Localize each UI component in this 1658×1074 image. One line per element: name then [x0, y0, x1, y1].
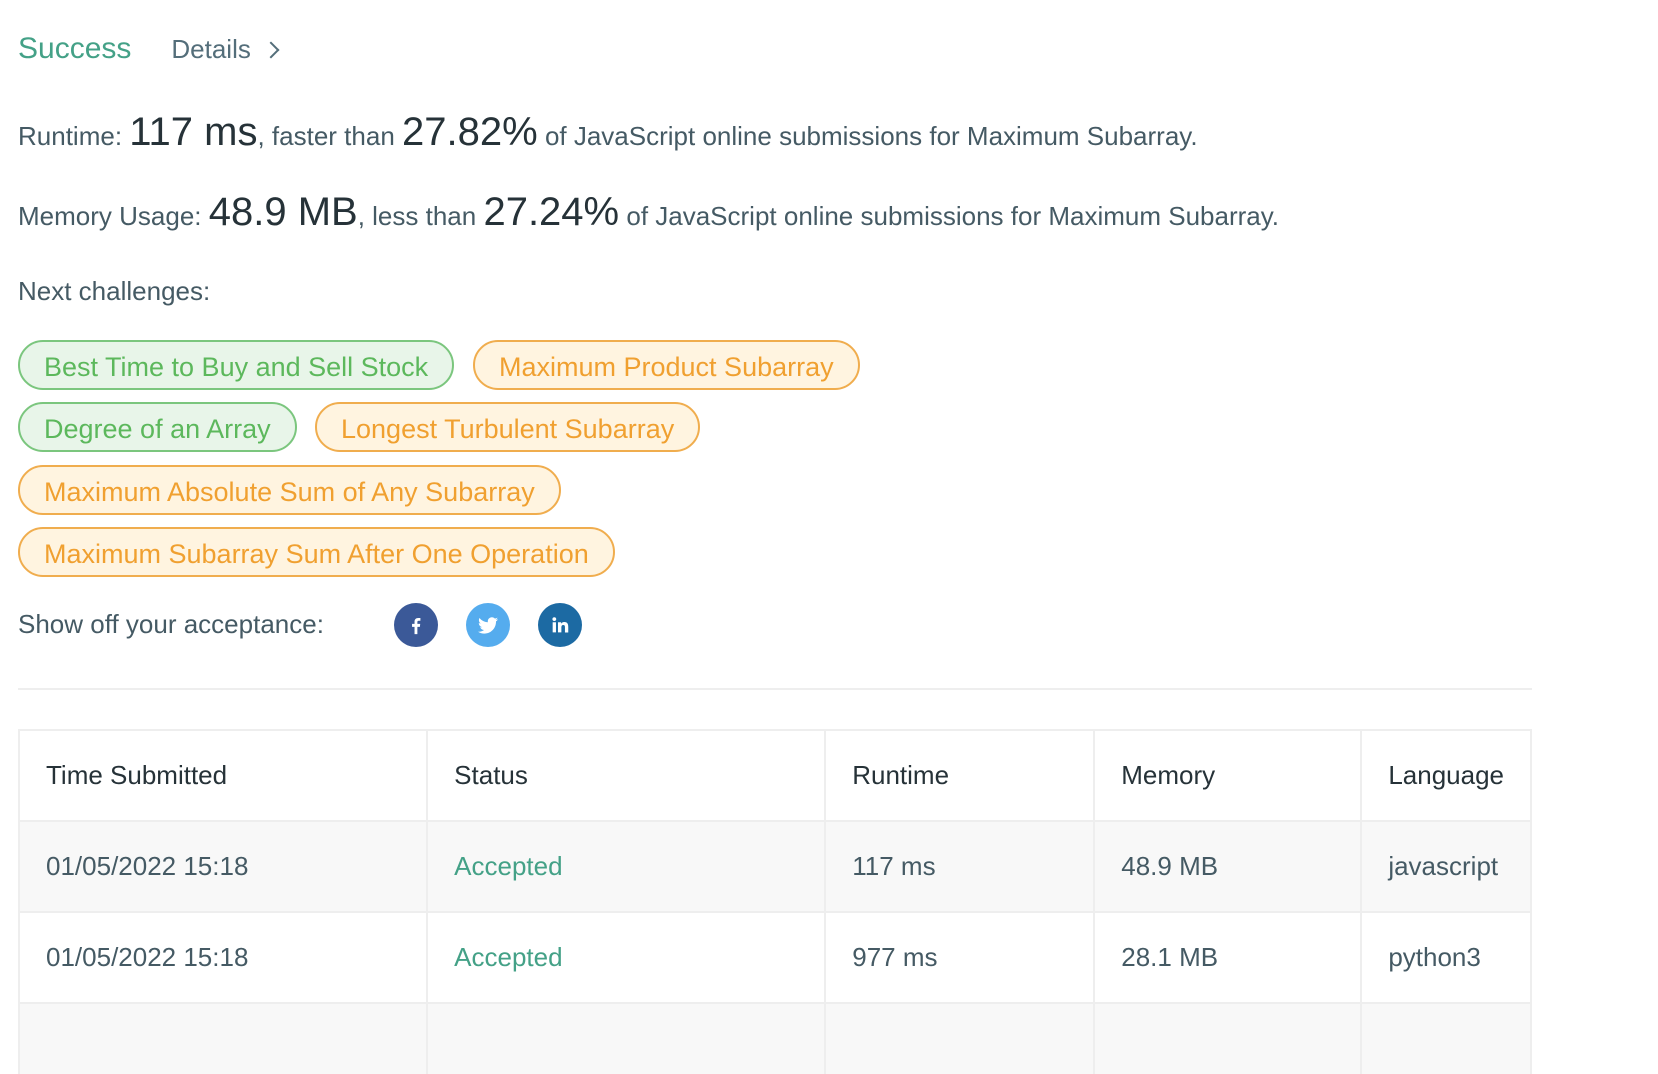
- table-row: 01/05/2022 15:18 Accepted 117 ms 48.9 MB…: [17, 820, 1532, 913]
- details-link[interactable]: Details: [171, 34, 280, 65]
- memory-percent: 27.24%: [483, 190, 620, 234]
- challenge-pill-maximum-subarray-sum-after-one-operation[interactable]: Maximum Subarray Sum After One Operation: [18, 527, 615, 577]
- table-header-row: Time Submitted Status Runtime Memory Lan…: [17, 729, 1532, 822]
- cell-memory: 28.1 MB: [1093, 911, 1363, 1004]
- memory-comparison: , less than: [357, 201, 477, 231]
- submissions-table: Time Submitted Status Runtime Memory Lan…: [17, 729, 1532, 1074]
- cell-status-link[interactable]: Accepted: [426, 820, 827, 913]
- facebook-icon[interactable]: [394, 603, 438, 647]
- cell-time-submitted: 01/05/2022 15:18: [17, 911, 429, 1004]
- chevron-right-icon: [262, 41, 280, 58]
- result-header: Success Details: [18, 32, 280, 66]
- runtime-stat: Runtime: 117 ms, faster than 27.82% of J…: [18, 110, 1198, 155]
- challenge-pill-maximum-product-subarray[interactable]: Maximum Product Subarray: [473, 340, 860, 390]
- memory-label: Memory Usage:: [18, 201, 202, 231]
- cell-runtime: 117 ms: [824, 820, 1096, 913]
- cell-status-link[interactable]: [426, 1002, 827, 1074]
- submission-result-page: Success Details Runtime: 117 ms, faster …: [0, 0, 1658, 1074]
- cell-time-submitted: [17, 1002, 429, 1074]
- cell-memory: 48.9 MB: [1093, 820, 1363, 913]
- cell-language: [1360, 1002, 1532, 1074]
- column-header-language[interactable]: Language: [1360, 729, 1532, 822]
- share-label: Show off your acceptance:: [18, 609, 324, 639]
- cell-runtime: 977 ms: [824, 911, 1096, 1004]
- twitter-icon[interactable]: [466, 603, 510, 647]
- cell-time-submitted: 01/05/2022 15:18: [17, 820, 429, 913]
- runtime-value: 117 ms: [129, 110, 258, 154]
- memory-stat: Memory Usage: 48.9 MB, less than 27.24% …: [18, 190, 1279, 235]
- section-divider: [18, 688, 1532, 690]
- column-header-time-submitted[interactable]: Time Submitted: [17, 729, 429, 822]
- column-header-runtime[interactable]: Runtime: [824, 729, 1096, 822]
- cell-language: python3: [1360, 911, 1532, 1004]
- column-header-status[interactable]: Status: [426, 729, 827, 822]
- challenge-pill-best-time-to-buy-and-sell-stock[interactable]: Best Time to Buy and Sell Stock: [18, 340, 455, 390]
- cell-language: javascript: [1360, 820, 1532, 913]
- memory-value: 48.9 MB: [208, 190, 358, 234]
- linkedin-icon[interactable]: [538, 603, 582, 647]
- column-header-memory[interactable]: Memory: [1093, 729, 1363, 822]
- details-label: Details: [171, 34, 251, 64]
- runtime-comparison: , faster than: [257, 121, 395, 151]
- table-row: [17, 1002, 1532, 1074]
- challenge-pill-degree-of-an-array[interactable]: Degree of an Array: [18, 402, 297, 452]
- cell-status-link[interactable]: Accepted: [426, 911, 827, 1004]
- challenge-pill-maximum-absolute-sum[interactable]: Maximum Absolute Sum of Any Subarray: [18, 465, 561, 515]
- table-row: 01/05/2022 15:18 Accepted 977 ms 28.1 MB…: [17, 911, 1532, 1004]
- memory-suffix: of JavaScript online submissions for Max…: [626, 201, 1280, 231]
- challenge-pill-longest-turbulent-subarray[interactable]: Longest Turbulent Subarray: [315, 402, 701, 452]
- cell-memory: [1093, 1002, 1363, 1074]
- runtime-label: Runtime:: [18, 121, 123, 151]
- next-challenges-label: Next challenges:: [18, 276, 211, 306]
- status-title: Success: [18, 32, 132, 65]
- cell-runtime: [824, 1002, 1096, 1074]
- runtime-percent: 27.82%: [402, 110, 538, 154]
- runtime-suffix: of JavaScript online submissions for Max…: [544, 121, 1198, 151]
